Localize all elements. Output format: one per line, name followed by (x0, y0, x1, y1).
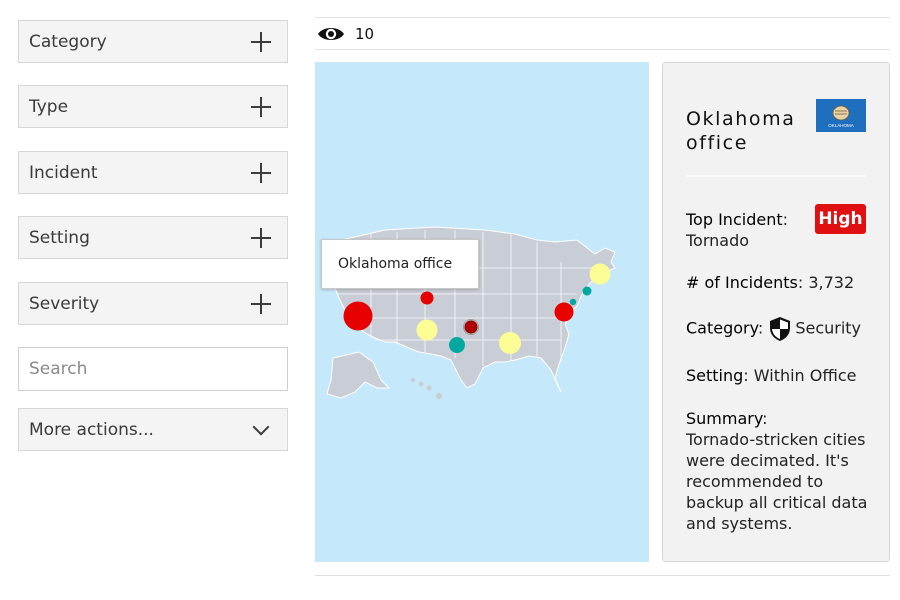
incident-marker-alabama (499, 332, 521, 354)
severity-badge: High (815, 204, 866, 234)
filter-type-label: Type (29, 96, 69, 117)
hawaii-shape (410, 377, 443, 400)
filter-setting-label: Setting (29, 227, 90, 248)
flag-text: OKLAHOMA (828, 123, 854, 128)
eye-icon (318, 27, 344, 40)
incident-marker-newengland (589, 263, 611, 285)
plus-icon (251, 31, 271, 52)
top-incident-label: Top Incident (686, 210, 783, 229)
filter-severity-button[interactable]: Severity (18, 282, 288, 325)
plus-icon (251, 96, 271, 117)
chevron-down-icon (252, 418, 270, 435)
search-input[interactable] (18, 347, 288, 391)
incident-marker-virginia (569, 298, 577, 306)
summary-field: Summary: Tornado-stricken cities were de… (686, 408, 871, 534)
view-bar: 10 (315, 17, 890, 50)
map-tooltip: Oklahoma office (321, 239, 479, 289)
more-actions-dropdown[interactable]: More actions... (18, 408, 288, 451)
filter-category-button[interactable]: Category (18, 20, 288, 63)
plus-icon (251, 227, 271, 248)
card-divider (686, 175, 866, 177)
incident-count-field: # of Incidents: 3,732 (686, 273, 855, 292)
filter-setting-button[interactable]: Setting (18, 216, 288, 259)
filter-category-label: Category (29, 31, 107, 52)
setting-value: Within Office (753, 366, 857, 385)
top-incident-value: Tornado (686, 231, 750, 250)
filter-severity-label: Severity (29, 293, 100, 314)
category-label: Category (686, 318, 758, 338)
incident-marker-carolina (554, 302, 574, 322)
filter-type-button[interactable]: Type (18, 85, 288, 128)
setting-label: Setting (686, 366, 744, 385)
plus-icon (251, 293, 271, 314)
category-field: Category: Security (686, 316, 861, 342)
incident-marker-california (343, 301, 373, 331)
setting-field: Setting: Within Office (686, 366, 857, 385)
office-title: Oklahoma office (686, 108, 796, 154)
shield-icon (770, 317, 791, 341)
category-value: Security (795, 318, 862, 338)
us-map (326, 226, 616, 400)
incident-marker-oklahoma (464, 320, 478, 334)
top-incident-field: Top Incident: Tornado (686, 210, 788, 250)
incident-marker-utah (420, 291, 434, 305)
alaska-shape (326, 351, 391, 399)
incident-count-value: 3,732 (808, 273, 855, 292)
summary-value: Tornado-stricken cities were decimated. … (686, 430, 868, 533)
filter-incident-button[interactable]: Incident (18, 151, 288, 194)
incident-marker-texas (449, 337, 465, 353)
oklahoma-flag-icon: OKLAHOMA (816, 99, 866, 132)
plus-icon (251, 162, 271, 183)
incident-map[interactable]: Oklahoma office (315, 62, 649, 562)
office-detail-card: Oklahoma office OKLAHOMA Top Incident: T… (662, 62, 890, 562)
more-actions-label: More actions... (29, 419, 154, 440)
incident-marker-pennsylvania (582, 286, 592, 296)
filter-incident-label: Incident (29, 162, 98, 183)
incident-marker-colorado (416, 319, 438, 341)
summary-label: Summary (686, 409, 763, 428)
view-count: 10 (355, 24, 375, 43)
incident-count-label: # of Incidents (686, 273, 798, 292)
bottom-divider (315, 575, 890, 576)
